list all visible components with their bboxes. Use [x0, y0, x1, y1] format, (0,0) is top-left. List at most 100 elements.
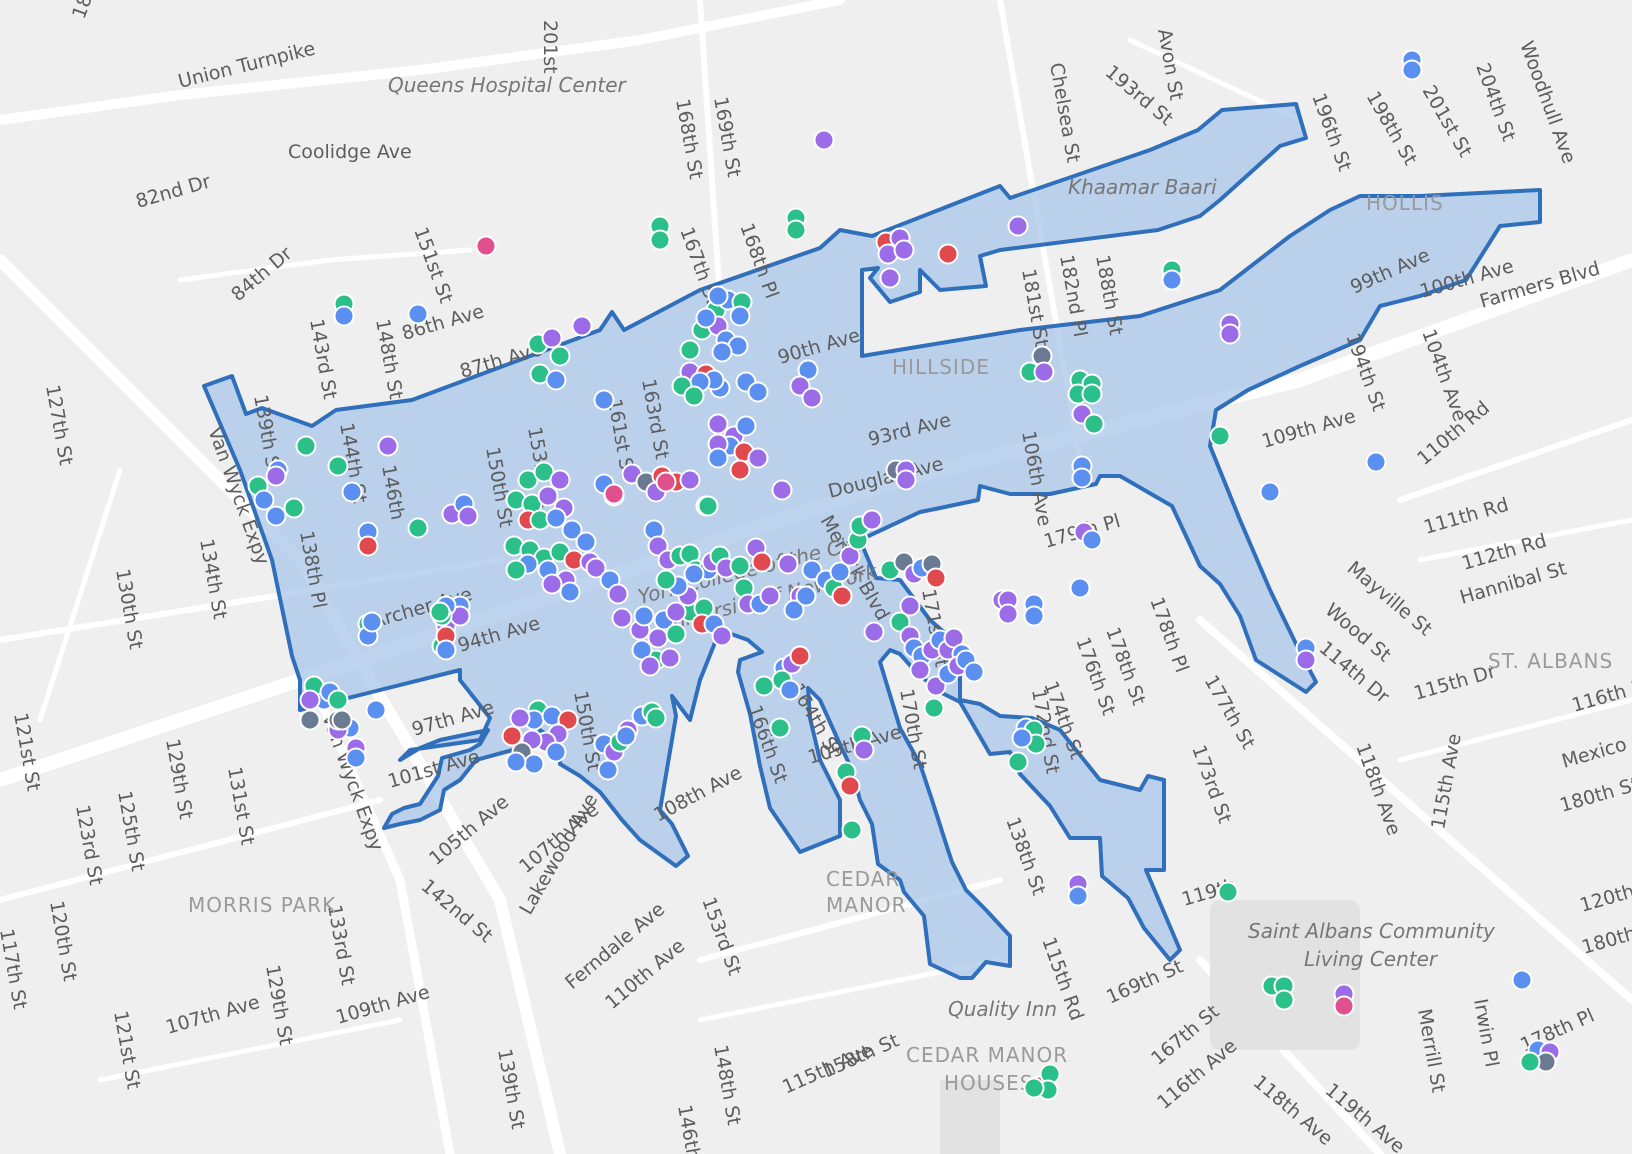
data-point-marker[interactable]: [683, 385, 705, 407]
data-point-marker[interactable]: [1007, 215, 1029, 237]
data-point-marker[interactable]: [607, 583, 629, 605]
data-point-marker[interactable]: [1295, 649, 1317, 671]
data-point-marker[interactable]: [1259, 481, 1281, 503]
data-point-marker[interactable]: [795, 585, 817, 607]
data-point-marker[interactable]: [751, 551, 773, 573]
data-point-marker[interactable]: [639, 655, 661, 677]
data-point-marker[interactable]: [571, 315, 593, 337]
data-point-marker[interactable]: [893, 239, 915, 261]
data-point-marker[interactable]: [997, 603, 1019, 625]
data-point-marker[interactable]: [475, 235, 497, 257]
data-point-marker[interactable]: [665, 623, 687, 645]
data-point-marker[interactable]: [707, 447, 729, 469]
data-point-marker[interactable]: [895, 469, 917, 491]
data-point-marker[interactable]: [361, 611, 383, 633]
data-point-marker[interactable]: [925, 567, 947, 589]
data-point-marker[interactable]: [299, 689, 321, 711]
data-point-marker[interactable]: [779, 679, 801, 701]
data-point-marker[interactable]: [735, 415, 757, 437]
map-svg[interactable]: Union TurnpikeCoolidge Ave82nd Dr84th Dr…: [0, 0, 1632, 1154]
data-point-marker[interactable]: [541, 327, 563, 349]
data-point-marker[interactable]: [649, 229, 671, 251]
data-point-marker[interactable]: [863, 621, 885, 643]
data-point-marker[interactable]: [575, 531, 597, 553]
data-point-marker[interactable]: [753, 675, 775, 697]
data-point-marker[interactable]: [909, 659, 931, 681]
data-point-marker[interactable]: [831, 585, 853, 607]
data-point-marker[interactable]: [729, 555, 751, 577]
data-point-marker[interactable]: [655, 471, 677, 493]
data-point-marker[interactable]: [1401, 59, 1423, 81]
data-point-marker[interactable]: [813, 129, 835, 151]
data-point-marker[interactable]: [1081, 383, 1103, 405]
data-point-marker[interactable]: [457, 505, 479, 527]
data-point-marker[interactable]: [1333, 995, 1355, 1017]
data-point-marker[interactable]: [365, 699, 387, 721]
data-point-marker[interactable]: [729, 305, 751, 327]
data-point-marker[interactable]: [923, 697, 945, 719]
data-point-marker[interactable]: [695, 307, 717, 329]
data-point-marker[interactable]: [283, 497, 305, 519]
data-point-marker[interactable]: [1219, 323, 1241, 345]
data-point-marker[interactable]: [633, 605, 655, 627]
data-point-marker[interactable]: [1023, 1077, 1045, 1099]
data-point-marker[interactable]: [1511, 969, 1533, 991]
map-canvas[interactable]: Union Turnpike Coolidge Ave 82nd Dr 84th Dr…: [0, 0, 1632, 1154]
data-point-marker[interactable]: [295, 435, 317, 457]
data-point-marker[interactable]: [1365, 451, 1387, 473]
data-point-marker[interactable]: [747, 447, 769, 469]
data-point-marker[interactable]: [665, 601, 687, 623]
data-point-marker[interactable]: [357, 535, 379, 557]
data-point-marker[interactable]: [841, 819, 863, 841]
data-point-marker[interactable]: [1071, 467, 1093, 489]
data-point-marker[interactable]: [785, 219, 807, 241]
data-point-marker[interactable]: [777, 553, 799, 575]
data-point-marker[interactable]: [1069, 577, 1091, 599]
data-point-marker[interactable]: [611, 607, 633, 629]
data-point-marker[interactable]: [541, 573, 563, 595]
data-point-marker[interactable]: [711, 341, 733, 363]
data-point-marker[interactable]: [789, 645, 811, 667]
data-point-marker[interactable]: [645, 707, 667, 729]
data-point-marker[interactable]: [505, 751, 527, 773]
data-point-marker[interactable]: [327, 455, 349, 477]
data-point-marker[interactable]: [659, 647, 681, 669]
data-point-marker[interactable]: [1081, 529, 1103, 551]
data-point-marker[interactable]: [963, 661, 985, 683]
data-point-marker[interactable]: [861, 509, 883, 531]
data-point-marker[interactable]: [429, 601, 451, 623]
data-point-marker[interactable]: [647, 627, 669, 649]
data-point-marker[interactable]: [377, 435, 399, 457]
data-point-marker[interactable]: [759, 585, 781, 607]
data-point-marker[interactable]: [1273, 989, 1295, 1011]
data-point-marker[interactable]: [707, 413, 729, 435]
data-point-marker[interactable]: [549, 469, 571, 491]
data-point-marker[interactable]: [545, 741, 567, 763]
data-point-marker[interactable]: [407, 517, 429, 539]
data-point-marker[interactable]: [407, 303, 429, 325]
data-point-marker[interactable]: [299, 709, 321, 731]
data-point-marker[interactable]: [435, 639, 457, 661]
data-point-marker[interactable]: [771, 479, 793, 501]
data-point-marker[interactable]: [769, 717, 791, 739]
data-point-marker[interactable]: [341, 481, 363, 503]
data-point-marker[interactable]: [655, 569, 677, 591]
data-point-marker[interactable]: [1217, 881, 1239, 903]
data-point-marker[interactable]: [509, 707, 531, 729]
data-point-marker[interactable]: [683, 563, 705, 585]
data-point-marker[interactable]: [253, 489, 275, 511]
data-point-marker[interactable]: [1209, 425, 1231, 447]
data-point-marker[interactable]: [679, 469, 701, 491]
data-point-marker[interactable]: [265, 505, 287, 527]
data-point-marker[interactable]: [559, 581, 581, 603]
data-point-marker[interactable]: [1161, 269, 1183, 291]
data-point-marker[interactable]: [1007, 751, 1029, 773]
data-point-marker[interactable]: [1011, 727, 1033, 749]
data-point-marker[interactable]: [729, 459, 751, 481]
data-point-marker[interactable]: [839, 775, 861, 797]
data-point-marker[interactable]: [549, 345, 571, 367]
data-point-marker[interactable]: [505, 559, 527, 581]
data-point-marker[interactable]: [333, 305, 355, 327]
data-point-marker[interactable]: [1033, 361, 1055, 383]
data-point-marker[interactable]: [853, 739, 875, 761]
